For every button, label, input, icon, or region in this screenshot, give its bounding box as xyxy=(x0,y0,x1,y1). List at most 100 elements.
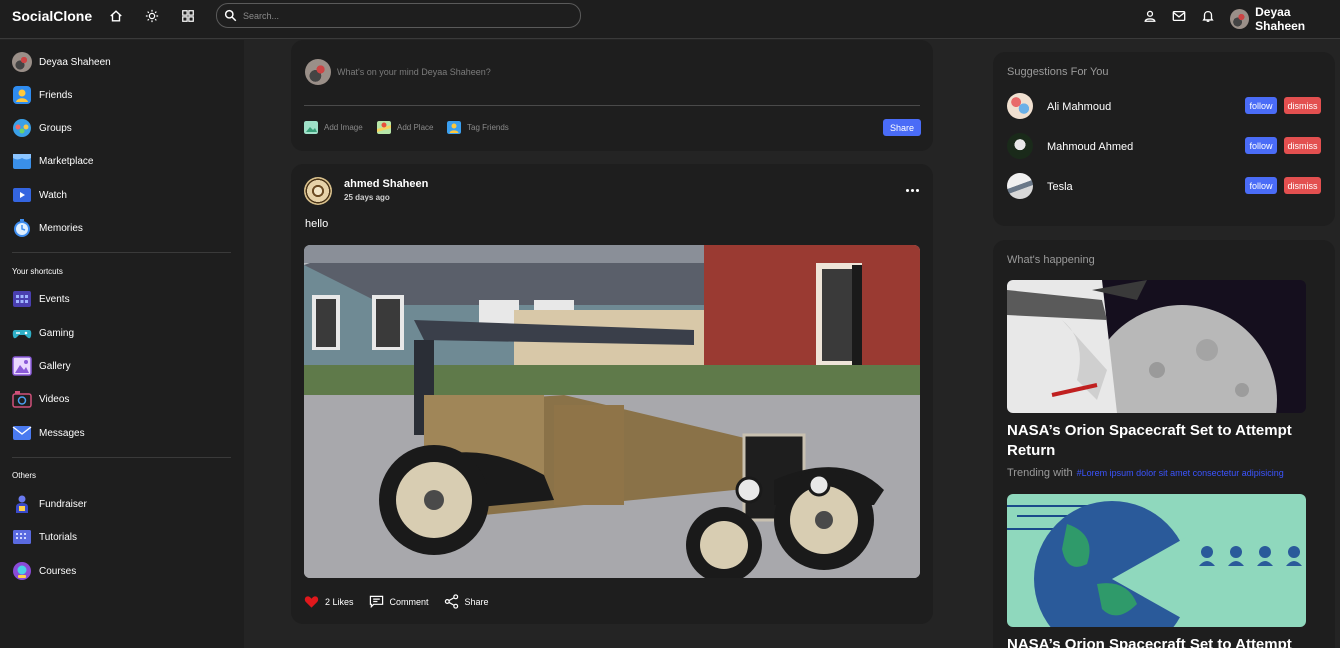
sidebar-item-gallery[interactable]: Gallery xyxy=(12,355,71,377)
share-label: Share xyxy=(464,596,489,607)
sidebar-item-label: Events xyxy=(39,293,70,305)
sidebar-item-label: Gaming xyxy=(39,327,75,339)
follow-button[interactable]: follow xyxy=(1245,97,1277,114)
top-navbar: SocialClone Deyaa Shaheen xyxy=(0,0,1340,39)
sidebar-item-label: Memories xyxy=(39,222,83,234)
sidebar-item-label: Groups xyxy=(39,122,72,134)
messages-icon xyxy=(12,423,32,443)
add-place-button[interactable]: Add Place xyxy=(377,121,433,134)
post-text: hello xyxy=(305,218,329,230)
sidebar-item-gaming[interactable]: Gaming xyxy=(12,322,74,344)
search-icon xyxy=(224,9,237,22)
heart-icon xyxy=(304,596,319,608)
sidebar-item-label: Gallery xyxy=(39,360,71,372)
sidebar-item-courses[interactable]: Courses xyxy=(12,560,76,582)
bell-icon[interactable] xyxy=(1199,7,1217,25)
add-image-button[interactable]: Add Image xyxy=(304,121,363,134)
gaming-icon xyxy=(12,323,32,343)
happening-title: What's happening xyxy=(1007,254,1095,266)
suggestion-name[interactable]: Tesla xyxy=(1047,181,1073,193)
news-image[interactable] xyxy=(1007,494,1306,627)
user-icon[interactable] xyxy=(1141,7,1159,25)
sidebar-item-watch[interactable]: Watch xyxy=(12,184,67,206)
sidebar-item-memories[interactable]: Memories xyxy=(12,217,83,239)
tutorials-icon xyxy=(12,527,32,547)
add-place-label: Add Place xyxy=(397,123,434,132)
suggestion-name[interactable]: Ali Mahmoud xyxy=(1047,101,1111,113)
news-image[interactable] xyxy=(1007,280,1306,413)
share-button[interactable]: Share xyxy=(444,594,489,609)
avatar xyxy=(1007,173,1033,199)
follow-button[interactable]: follow xyxy=(1245,137,1277,154)
sidebar-item-messages[interactable]: Messages xyxy=(12,422,85,444)
feed-post: ahmed Shaheen 25 days ago hello 2 Likes … xyxy=(291,164,933,624)
dismiss-button[interactable]: dismiss xyxy=(1284,177,1321,194)
avatar xyxy=(305,59,331,85)
suggestion-row: Ali Mahmoud follow dismiss xyxy=(1007,93,1323,119)
trending-tag[interactable]: #Lorem ipsum dolor sit amet consectetur … xyxy=(1077,468,1284,478)
memories-icon xyxy=(12,218,32,238)
sidebar-item-label: Friends xyxy=(39,89,73,101)
follow-button[interactable]: follow xyxy=(1245,177,1277,194)
post-timestamp: 25 days ago xyxy=(344,193,390,202)
like-button[interactable]: 2 Likes xyxy=(304,594,354,609)
sidebar-item-events[interactable]: Events xyxy=(12,288,70,310)
composer-divider xyxy=(304,105,920,106)
sidebar-item-label: Marketplace xyxy=(39,155,94,167)
suggestions-title: Suggestions For You xyxy=(1007,66,1109,78)
search-bar xyxy=(216,3,581,28)
others-heading: Others xyxy=(12,471,37,480)
avatar xyxy=(1007,133,1033,159)
dismiss-button[interactable]: dismiss xyxy=(1284,97,1321,114)
suggestion-name[interactable]: Mahmoud Ahmed xyxy=(1047,141,1133,153)
gallery-icon xyxy=(12,356,32,376)
courses-icon xyxy=(12,561,32,581)
friends-icon xyxy=(12,85,32,105)
sidebar-item-tutorials[interactable]: Tutorials xyxy=(12,526,77,548)
avatar xyxy=(12,52,32,72)
apps-grid-icon[interactable] xyxy=(179,7,197,25)
sidebar-item-videos[interactable]: Videos xyxy=(12,388,69,410)
dismiss-button[interactable]: dismiss xyxy=(1284,137,1321,154)
map-icon xyxy=(377,121,391,134)
videos-icon xyxy=(12,389,32,409)
whats-happening-panel: What's happening NASA’s Orion Spacecraft… xyxy=(993,240,1335,648)
sidebar-item-label: Courses xyxy=(39,565,77,577)
search-input[interactable] xyxy=(243,7,573,24)
sidebar-item-label: Messages xyxy=(39,427,85,439)
post-author[interactable]: ahmed Shaheen xyxy=(344,178,428,190)
tag-friends-label: Tag Friends xyxy=(467,123,509,132)
likes-count: 2 Likes xyxy=(325,596,354,607)
comment-label: Comment xyxy=(389,596,429,607)
sidebar-divider xyxy=(12,457,231,458)
home-icon[interactable] xyxy=(107,7,125,25)
news-title[interactable]: NASA’s Orion Spacecraft Set to Attempt xyxy=(1007,635,1317,648)
comment-button[interactable]: Comment xyxy=(369,594,429,609)
tag-friends-button[interactable]: Tag Friends xyxy=(447,121,509,134)
sidebar-item-groups[interactable]: Groups xyxy=(12,117,72,139)
events-icon xyxy=(12,289,32,309)
watch-icon xyxy=(12,185,32,205)
share-post-button[interactable]: Share xyxy=(883,119,921,136)
mail-icon[interactable] xyxy=(1170,7,1188,25)
post-actions: 2 Likes Comment Share xyxy=(304,594,504,609)
sidebar-item-label: Watch xyxy=(39,189,67,201)
sidebar-item-label: Fundraiser xyxy=(39,498,87,510)
brand-logo[interactable]: SocialClone xyxy=(12,8,92,24)
news-title[interactable]: NASA’s Orion Spacecraft Set to Attempt R… xyxy=(1007,421,1317,461)
post-image[interactable] xyxy=(304,245,920,578)
avatar xyxy=(1230,9,1250,29)
avatar xyxy=(304,177,332,205)
brightness-icon[interactable] xyxy=(143,7,161,25)
sidebar-item-marketplace[interactable]: Marketplace xyxy=(12,150,93,172)
sidebar-item-fundraiser[interactable]: Fundraiser xyxy=(12,493,87,515)
user-name: Deyaa Shaheen xyxy=(1255,5,1306,33)
sidebar-item-friends[interactable]: Friends xyxy=(12,84,72,106)
sidebar-item-profile[interactable]: Deyaa Shaheen xyxy=(12,51,111,73)
composer-input[interactable]: What's on your mind Deyaa Shaheen? xyxy=(337,67,491,77)
share-icon xyxy=(444,594,458,609)
user-menu[interactable]: Deyaa Shaheen xyxy=(1230,5,1340,33)
comment-icon xyxy=(369,595,383,609)
suggestions-panel: Suggestions For You Ali Mahmoud follow d… xyxy=(993,52,1335,226)
more-options-icon[interactable] xyxy=(901,184,923,196)
